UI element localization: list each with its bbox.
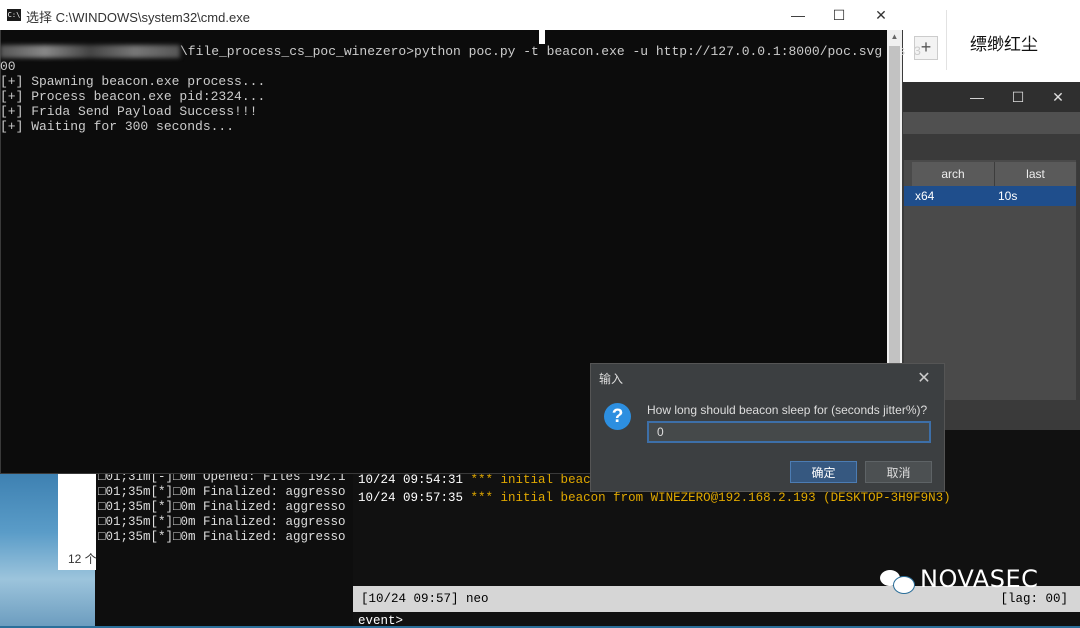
cmd-output[interactable]: \file_process_cs_poc_winezero>python poc… xyxy=(0,44,921,134)
cs-titlebar: — ☐ ✕ xyxy=(900,82,1080,112)
side-panel-text: 12 个 xyxy=(68,552,97,566)
output-line: [+] Waiting for 300 seconds... xyxy=(0,119,235,134)
dialog-close-icon[interactable]: ✕ xyxy=(914,368,934,388)
cs-maximize-button[interactable]: ☐ xyxy=(1003,82,1033,112)
sleep-input[interactable] xyxy=(647,421,931,443)
log-line: □01;35m[*]□0m Finalized: aggresso xyxy=(98,515,346,529)
scroll-up-arrow-icon[interactable]: ▲ xyxy=(887,30,902,44)
question-icon: ? xyxy=(604,403,631,430)
browser-tab-title[interactable]: 缥缈红尘 xyxy=(970,30,1038,55)
cancel-button[interactable]: 取消 xyxy=(865,461,932,483)
log-line: □01;35m[*]□0m Finalized: aggresso xyxy=(98,485,346,499)
log-line: □01;35m[*]□0m Finalized: aggresso xyxy=(98,530,346,544)
column-header-arch[interactable]: arch xyxy=(912,162,995,186)
cmd-titlebar: C:\ 选择 C:\WINDOWS\system32\cmd.exe — ☐ ✕ xyxy=(0,0,903,30)
cs-close-button[interactable]: ✕ xyxy=(1043,82,1073,112)
dialog-title: 输入 xyxy=(599,372,624,386)
tab-divider xyxy=(946,10,947,70)
output-line: 00 xyxy=(0,59,16,74)
column-header-last[interactable]: last xyxy=(995,162,1077,186)
output-line: [+] Frida Send Payload Success!!! xyxy=(0,104,258,119)
log-line: □01;35m[*]□0m Finalized: aggresso xyxy=(98,500,346,514)
output-line: [+] Spawning beacon.exe process... xyxy=(0,74,266,89)
wechat-icon xyxy=(880,568,915,594)
watermark: NOVASEC xyxy=(880,565,1039,594)
table-row[interactable]: x64 10s xyxy=(904,186,1076,206)
cs-minimize-button[interactable]: — xyxy=(962,82,992,112)
cmd-minimize-button[interactable]: — xyxy=(776,0,820,30)
cmd-app-icon: C:\ xyxy=(7,9,21,21)
redacted-path xyxy=(0,45,180,59)
command-line: \file_process_cs_poc_winezero>python poc… xyxy=(0,44,921,59)
cmd-close-button[interactable]: ✕ xyxy=(859,0,903,30)
text-cursor xyxy=(539,30,545,44)
cell-arch: x64 xyxy=(915,189,935,203)
cell-last: 10s xyxy=(998,189,1018,203)
cmd-maximize-button[interactable]: ☐ xyxy=(817,0,861,30)
ok-button[interactable]: 确定 xyxy=(790,461,857,483)
watermark-text: NOVASEC xyxy=(920,565,1039,593)
output-line: [+] Process beacon.exe pid:2324... xyxy=(0,89,266,104)
status-left: [10/24 09:57] neo xyxy=(361,592,489,606)
cs-toolbar xyxy=(900,112,1080,134)
aggressor-log-lines: □01;31m[-]□0m Opened: Files 192.1 □01;35m… xyxy=(98,470,346,545)
cmd-window-title: 选择 C:\WINDOWS\system32\cmd.exe xyxy=(26,10,250,25)
dialog-prompt: How long should beacon sleep for (second… xyxy=(647,403,928,417)
